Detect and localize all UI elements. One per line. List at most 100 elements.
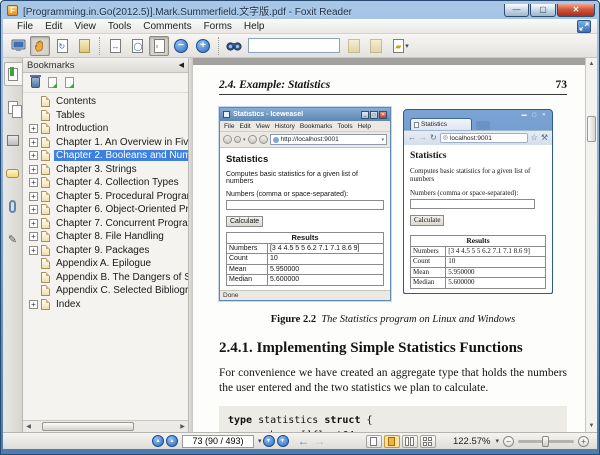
menu-comments[interactable]: Comments: [137, 21, 197, 32]
expander-icon[interactable]: +: [29, 218, 38, 228]
expander-icon[interactable]: +: [29, 151, 38, 161]
expander-icon[interactable]: +: [29, 205, 38, 215]
previous-view-button[interactable]: ←: [298, 434, 310, 448]
bookmark-page-icon: [41, 109, 50, 121]
window-title: [Programming.in.Go(2012.5)].Mark.Summerf…: [23, 6, 352, 18]
bookmarks-toolbar: [23, 73, 188, 93]
bookmarks-tree: +Contents +Tables +Introduction +Chapter…: [23, 93, 188, 420]
fit-width-icon[interactable]: ↔: [105, 36, 125, 56]
bookmark-item-selected[interactable]: +Chapter 2. Booleans and Numbers: [23, 149, 188, 163]
bookmark-item[interactable]: +Chapter 6. Object-Oriented Programming: [23, 203, 188, 217]
scroll-up-icon[interactable]: ▲: [586, 58, 597, 70]
bookmarks-panel-tab[interactable]: [3, 62, 22, 86]
menu-file[interactable]: File: [11, 21, 39, 32]
expander-icon[interactable]: +: [29, 299, 38, 309]
minimize-button[interactable]: —: [504, 3, 529, 17]
next-view-button[interactable]: →: [314, 434, 326, 448]
bookmark-item[interactable]: + Chapter 4. Collection Types: [23, 176, 188, 190]
sidebar-horizontal-scrollbar[interactable]: ◀ ▶: [23, 420, 188, 432]
hand-tool-icon[interactable]: [30, 35, 50, 56]
clipboard-icon[interactable]: [74, 36, 94, 56]
zoom-out-icon[interactable]: −: [171, 36, 191, 56]
scroll-down-icon[interactable]: ▼: [586, 420, 597, 432]
bookmark-item[interactable]: + Introduction: [23, 122, 188, 136]
expander-icon[interactable]: +: [29, 245, 38, 255]
bookmark-item[interactable]: + Chapter 8. File Handling: [23, 230, 188, 244]
fig-calculate-button: Calculate: [226, 216, 264, 227]
attachments-panel-tab[interactable]: [4, 194, 22, 218]
expander-icon[interactable]: +: [29, 124, 38, 134]
pages-panel-tab[interactable]: [4, 95, 22, 119]
linux-browser-figure: Statistics - Iceweasel _ □ ✕ File Edit V…: [219, 107, 391, 301]
continuous-facing-button[interactable]: [419, 434, 436, 448]
zoom-controls: 122.57% ▾ − +: [453, 435, 589, 447]
code-line: numbers []float64: [228, 428, 558, 432]
previous-page-button[interactable]: ▲: [166, 435, 178, 447]
layers-panel-tab[interactable]: [4, 128, 22, 152]
expander-icon[interactable]: +: [29, 164, 38, 174]
zoom-out-button[interactable]: −: [503, 435, 514, 447]
chevron-down-icon[interactable]: ▾: [495, 437, 499, 445]
bookmark-item[interactable]: +Chapter 5. Procedural Programming: [23, 190, 188, 204]
monitor-icon[interactable]: [8, 36, 28, 56]
bookmark-item[interactable]: +Appendix B. The Dangers of Software Pa: [23, 271, 188, 285]
collapse-panel-icon[interactable]: ◀: [179, 61, 184, 69]
search-input[interactable]: [248, 38, 340, 53]
bookmark-page-icon: [41, 136, 50, 148]
snapshot-icon[interactable]: ↻: [52, 36, 72, 56]
single-page-button[interactable]: [365, 434, 382, 448]
maximize-button[interactable]: ▢: [530, 3, 556, 17]
fit-page-icon[interactable]: ◯: [127, 36, 147, 56]
fullscreen-icon[interactable]: [577, 20, 591, 33]
scrollbar-thumb[interactable]: [587, 116, 596, 142]
zoom-percent[interactable]: 122.57%: [453, 436, 491, 447]
chevron-down-icon[interactable]: ▾: [258, 437, 262, 445]
bookmark-item[interactable]: +Chapter 1. An Overview in Five Examples: [23, 136, 188, 150]
scroll-right-icon[interactable]: ▶: [177, 423, 188, 430]
scroll-left-icon[interactable]: ◀: [23, 423, 34, 430]
expander-icon[interactable]: +: [29, 191, 38, 201]
first-page-button[interactable]: ▲: [152, 435, 164, 447]
fig-menu-item: File: [224, 122, 235, 130]
bookmark-item[interactable]: + Index: [23, 298, 188, 312]
bookmark-item[interactable]: + Chapter 3. Strings: [23, 163, 188, 177]
actual-size-icon[interactable]: ▫: [149, 35, 169, 56]
zoom-in-icon[interactable]: +: [193, 36, 213, 56]
find-next-icon[interactable]: [366, 36, 386, 56]
collapse-bookmark-icon[interactable]: [65, 77, 74, 88]
comments-panel-tab[interactable]: [4, 161, 22, 185]
bookmark-item[interactable]: +Contents: [23, 95, 188, 109]
bookmark-item[interactable]: +Appendix C. Selected Bibliography: [23, 284, 188, 298]
bookmark-item[interactable]: +Appendix A. Epilogue: [23, 257, 188, 271]
last-page-button[interactable]: ▼: [276, 435, 289, 447]
highlight-tool-icon[interactable]: ▰ ▾: [388, 36, 414, 56]
menu-help[interactable]: Help: [238, 21, 271, 32]
bookmark-item[interactable]: +Tables: [23, 109, 188, 123]
delete-bookmark-icon[interactable]: [30, 75, 41, 88]
expander-icon[interactable]: +: [29, 178, 38, 188]
continuous-page-button[interactable]: [383, 434, 400, 448]
page-number-field[interactable]: [182, 434, 254, 448]
fig-page-content: Statistics Computes basic statistics for…: [404, 145, 552, 293]
zoom-in-button[interactable]: +: [578, 435, 589, 447]
iceweasel-nav-bar: ▾ http://localhost:9001 ▾: [220, 132, 390, 148]
find-previous-icon[interactable]: [344, 36, 364, 56]
bookmark-page-icon: [41, 150, 50, 162]
menu-forms[interactable]: Forms: [198, 21, 238, 32]
next-page-button[interactable]: ▼: [262, 435, 275, 447]
menu-tools[interactable]: Tools: [102, 21, 137, 32]
zoom-slider[interactable]: [518, 435, 574, 447]
expand-bookmark-icon[interactable]: [48, 77, 57, 88]
bookmark-item[interactable]: + Chapter 9. Packages: [23, 244, 188, 258]
menu-edit[interactable]: Edit: [39, 21, 68, 32]
scrollbar-thumb[interactable]: [42, 422, 134, 431]
document-vertical-scrollbar[interactable]: ▲ ▼: [585, 58, 597, 432]
signature-panel-tab[interactable]: ✎: [4, 227, 22, 251]
expander-icon[interactable]: +: [29, 232, 38, 242]
facing-page-button[interactable]: [401, 434, 418, 448]
bookmark-item[interactable]: +Chapter 7. Concurrent Programming: [23, 217, 188, 231]
zoom-slider-thumb[interactable]: [542, 435, 549, 447]
close-button[interactable]: ✕: [557, 3, 595, 17]
menu-view[interactable]: View: [68, 21, 102, 32]
expander-icon[interactable]: +: [29, 137, 38, 147]
